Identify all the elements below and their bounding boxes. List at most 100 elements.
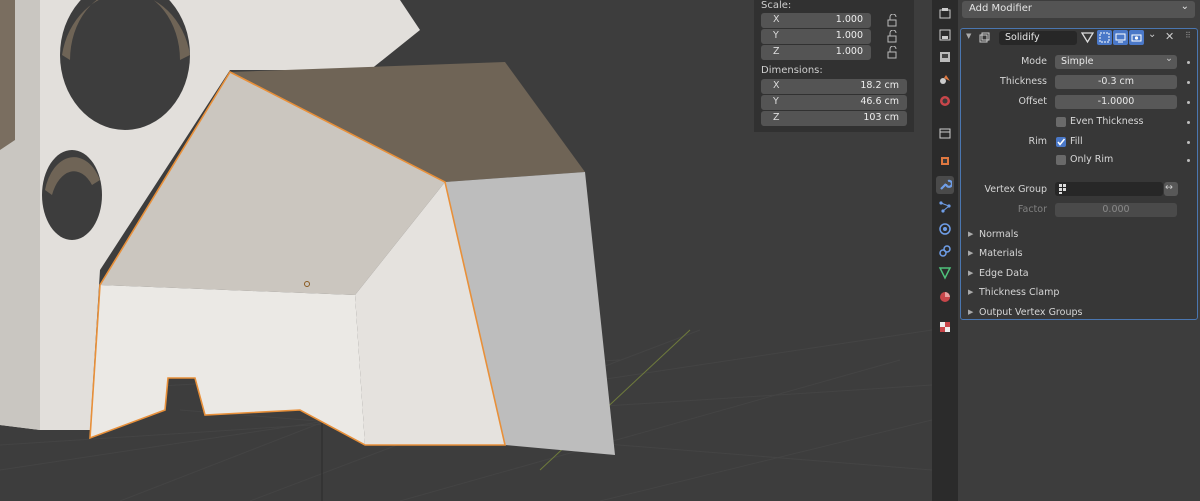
edge-data-subpanel[interactable]: ▶ Edge Data (968, 268, 1029, 279)
modifier-name-field[interactable]: Solidify (999, 31, 1077, 45)
3d-viewport[interactable]: Scale: X 1.000 Y 1.000 Z 1.000 Dimension… (0, 0, 932, 501)
render-toggle[interactable] (1129, 30, 1144, 45)
axis-label: Y (773, 30, 779, 41)
even-thickness-label: Even Thickness (1070, 116, 1144, 127)
dim-z-value: 103 cm (863, 112, 899, 123)
collection-tab[interactable] (936, 124, 954, 142)
subpanel-label: Thickness Clamp (979, 287, 1060, 298)
viewport-toggle[interactable] (1113, 30, 1128, 45)
texture-tab[interactable] (936, 318, 954, 336)
output-vertex-groups-subpanel[interactable]: ▶ Output Vertex Groups (968, 307, 1083, 318)
modifier-name-value: Solidify (1005, 32, 1040, 43)
dim-x-value: 18.2 cm (860, 80, 899, 91)
drag-handle-icon[interactable]: ⠿ (1185, 31, 1191, 40)
vertex-group-label: Vertex Group (984, 184, 1047, 195)
collapse-arrow-icon[interactable]: ▼ (966, 32, 971, 40)
monitor-icon (1115, 33, 1126, 43)
mesh-data-icon (938, 267, 952, 280)
animate-dot-icon[interactable] (1187, 121, 1190, 124)
dim-z-row[interactable]: Z 103 cm (761, 111, 907, 126)
animate-dot-icon[interactable] (1187, 81, 1190, 84)
output-tab[interactable] (936, 26, 954, 44)
offset-label: Offset (1018, 96, 1047, 107)
subpanel-label: Output Vertex Groups (979, 307, 1083, 318)
fill-checkbox[interactable] (1056, 137, 1066, 147)
even-thickness-checkbox[interactable] (1056, 117, 1066, 127)
add-modifier-button[interactable]: Add Modifier ⌄ (962, 1, 1195, 18)
animate-dot-icon[interactable] (1187, 159, 1190, 162)
on-cage-toggle[interactable] (1097, 30, 1112, 45)
particles-tab[interactable] (936, 198, 954, 216)
material-tab[interactable] (936, 288, 954, 306)
checkmark-icon (1057, 138, 1066, 146)
scale-z-row[interactable]: Z 1.000 (761, 45, 907, 60)
factor-label: Factor (1017, 204, 1047, 215)
world-tab[interactable] (936, 92, 954, 110)
scale-x-value: 1.000 (835, 14, 863, 25)
render-tab[interactable] (936, 4, 954, 22)
thickness-field[interactable]: -0.3 cm (1055, 75, 1177, 89)
normals-subpanel[interactable]: ▶ Normals (968, 229, 1019, 240)
output-icon (939, 29, 951, 41)
scale-y-field[interactable]: Y 1.000 (761, 29, 871, 44)
particles-icon (939, 201, 951, 213)
object-tab[interactable] (936, 152, 954, 170)
mode-label: Mode (1021, 56, 1047, 67)
axis-label: Z (773, 112, 780, 123)
scale-label: Scale: (761, 0, 792, 11)
chevron-down-icon[interactable]: ⌄ (1148, 29, 1156, 40)
chevron-down-icon: ⌄ (1180, 1, 1189, 12)
lock-icon[interactable] (887, 30, 901, 43)
edit-mode-icon[interactable] (1081, 31, 1094, 44)
vertex-group-field[interactable] (1055, 182, 1163, 196)
data-tab[interactable] (936, 264, 954, 282)
scale-y-value: 1.000 (835, 30, 863, 41)
mode-dropdown[interactable]: Simple ⌄ (1055, 53, 1177, 69)
dim-x-row[interactable]: X 18.2 cm (761, 79, 907, 94)
rim-label: Rim (1028, 136, 1048, 147)
animate-dot-icon[interactable] (1187, 141, 1190, 144)
material-icon (940, 292, 950, 302)
scale-x-field[interactable]: X 1.000 (761, 13, 871, 28)
thickness-clamp-subpanel[interactable]: ▶ Thickness Clamp (968, 287, 1060, 298)
solidify-icon (979, 32, 990, 43)
dim-y-row[interactable]: Y 46.6 cm (761, 95, 907, 110)
constraints-icon (939, 245, 951, 257)
subpanel-label: Normals (979, 229, 1019, 240)
properties-editor: Add Modifier ⌄ ▼ Solidify ⌄ ✕ ⠿ Mode Sim… (958, 0, 1200, 501)
dim-x-field[interactable]: X 18.2 cm (761, 79, 907, 94)
animate-dot-icon[interactable] (1187, 101, 1190, 104)
scale-z-value: 1.000 (835, 46, 863, 57)
modifier-tab[interactable] (936, 176, 954, 194)
lock-icon[interactable] (887, 46, 901, 59)
transform-panel: Scale: X 1.000 Y 1.000 Z 1.000 Dimension… (754, 0, 914, 132)
materials-subpanel[interactable]: ▶ Materials (968, 248, 1023, 259)
invert-vertex-group-button[interactable]: ↔ (1164, 182, 1178, 196)
mode-value: Simple (1061, 56, 1094, 67)
dim-z-field[interactable]: Z 103 cm (761, 111, 907, 126)
solidify-modifier-panel: ▼ Solidify ⌄ ✕ ⠿ Mode Simple ⌄ Thickness… (960, 28, 1198, 320)
chevron-down-icon: ⌄ (1165, 53, 1173, 64)
lock-icon[interactable] (887, 14, 901, 27)
scene-tab[interactable] (936, 70, 954, 88)
subpanel-label: Edge Data (979, 268, 1029, 279)
axis-label: X (773, 80, 780, 91)
scale-y-row[interactable]: Y 1.000 (761, 29, 907, 44)
view-layer-tab[interactable] (936, 48, 954, 66)
scale-z-field[interactable]: Z 1.000 (761, 45, 871, 60)
physics-tab[interactable] (936, 220, 954, 238)
add-modifier-label: Add Modifier (969, 3, 1032, 14)
swap-arrows-icon: ↔ (1165, 182, 1173, 193)
object-icon (941, 157, 949, 165)
only-rim-checkbox[interactable] (1056, 155, 1066, 165)
scale-x-row[interactable]: X 1.000 (761, 13, 907, 28)
offset-field[interactable]: -1.0000 (1055, 95, 1177, 109)
world-icon (940, 96, 950, 106)
constraints-tab[interactable] (936, 242, 954, 260)
factor-field[interactable]: 0.000 (1055, 203, 1177, 217)
close-icon[interactable]: ✕ (1165, 30, 1174, 43)
only-rim-label: Only Rim (1070, 154, 1114, 165)
dim-y-field[interactable]: Y 46.6 cm (761, 95, 907, 110)
fill-label: Fill (1070, 136, 1083, 147)
animate-dot-icon[interactable] (1187, 61, 1190, 64)
